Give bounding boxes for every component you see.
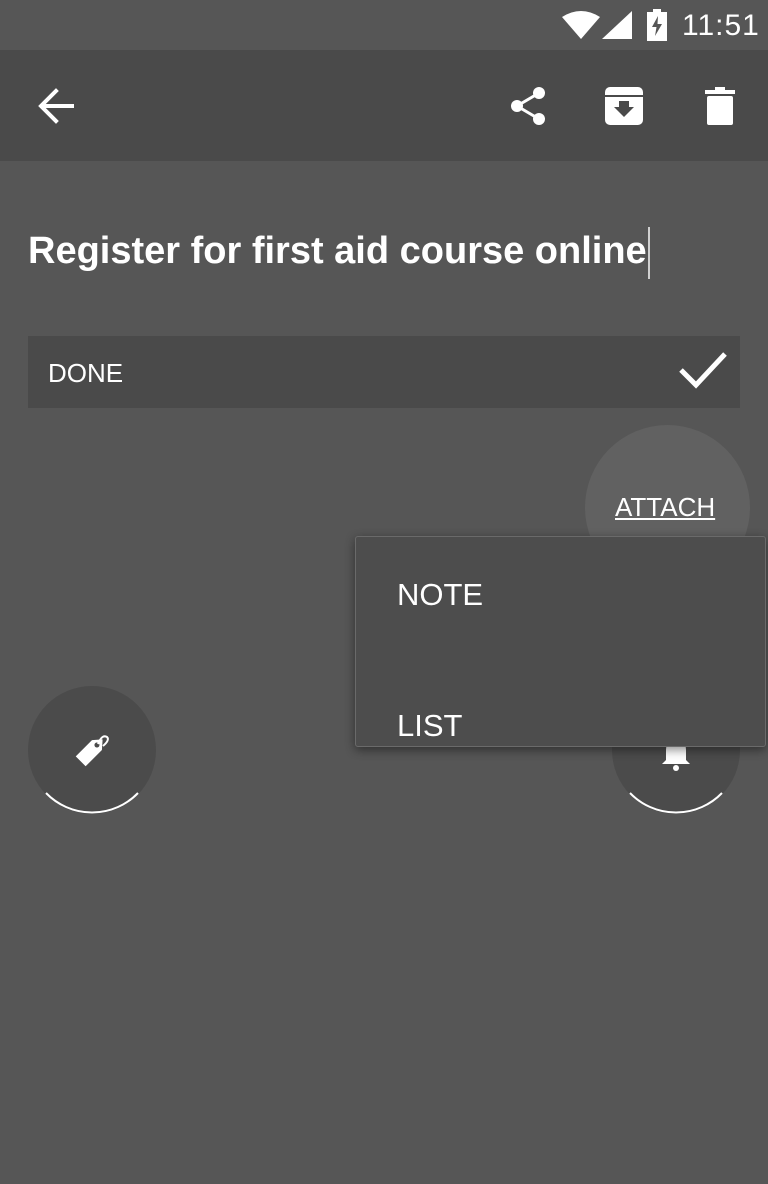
tag-button[interactable] [28, 686, 156, 814]
back-button[interactable] [28, 80, 84, 136]
status-bar: 11:51 [0, 0, 768, 50]
battery-charging-icon [647, 9, 667, 46]
share-icon [509, 86, 547, 131]
menu-item-note[interactable]: NOTE [356, 541, 765, 637]
attach-menu: NOTE LIST [355, 536, 766, 747]
checkmark-icon [678, 350, 728, 395]
status-time: 11:51 [682, 9, 760, 42]
delete-icon [705, 86, 735, 130]
title-input[interactable]: Register for first aid course online [28, 220, 740, 282]
wifi-icon [562, 11, 600, 44]
title-text: Register for first aid course online [28, 230, 647, 272]
done-label: DONE [48, 358, 124, 388]
archive-icon [605, 86, 643, 130]
menu-item-list[interactable]: LIST [356, 645, 765, 743]
delete-button[interactable] [692, 80, 748, 136]
attach-button[interactable]: ATTACH [615, 492, 715, 523]
signal-icon [602, 11, 632, 44]
share-button[interactable] [500, 80, 556, 136]
menu-item-list-label: LIST [397, 708, 463, 743]
tag-icon [72, 730, 112, 775]
toolbar [0, 50, 768, 161]
menu-item-note-label: NOTE [397, 577, 484, 612]
done-bar[interactable]: DONE [28, 336, 740, 408]
archive-button[interactable] [596, 80, 652, 136]
text-cursor [647, 226, 650, 279]
back-arrow-icon [36, 86, 76, 131]
